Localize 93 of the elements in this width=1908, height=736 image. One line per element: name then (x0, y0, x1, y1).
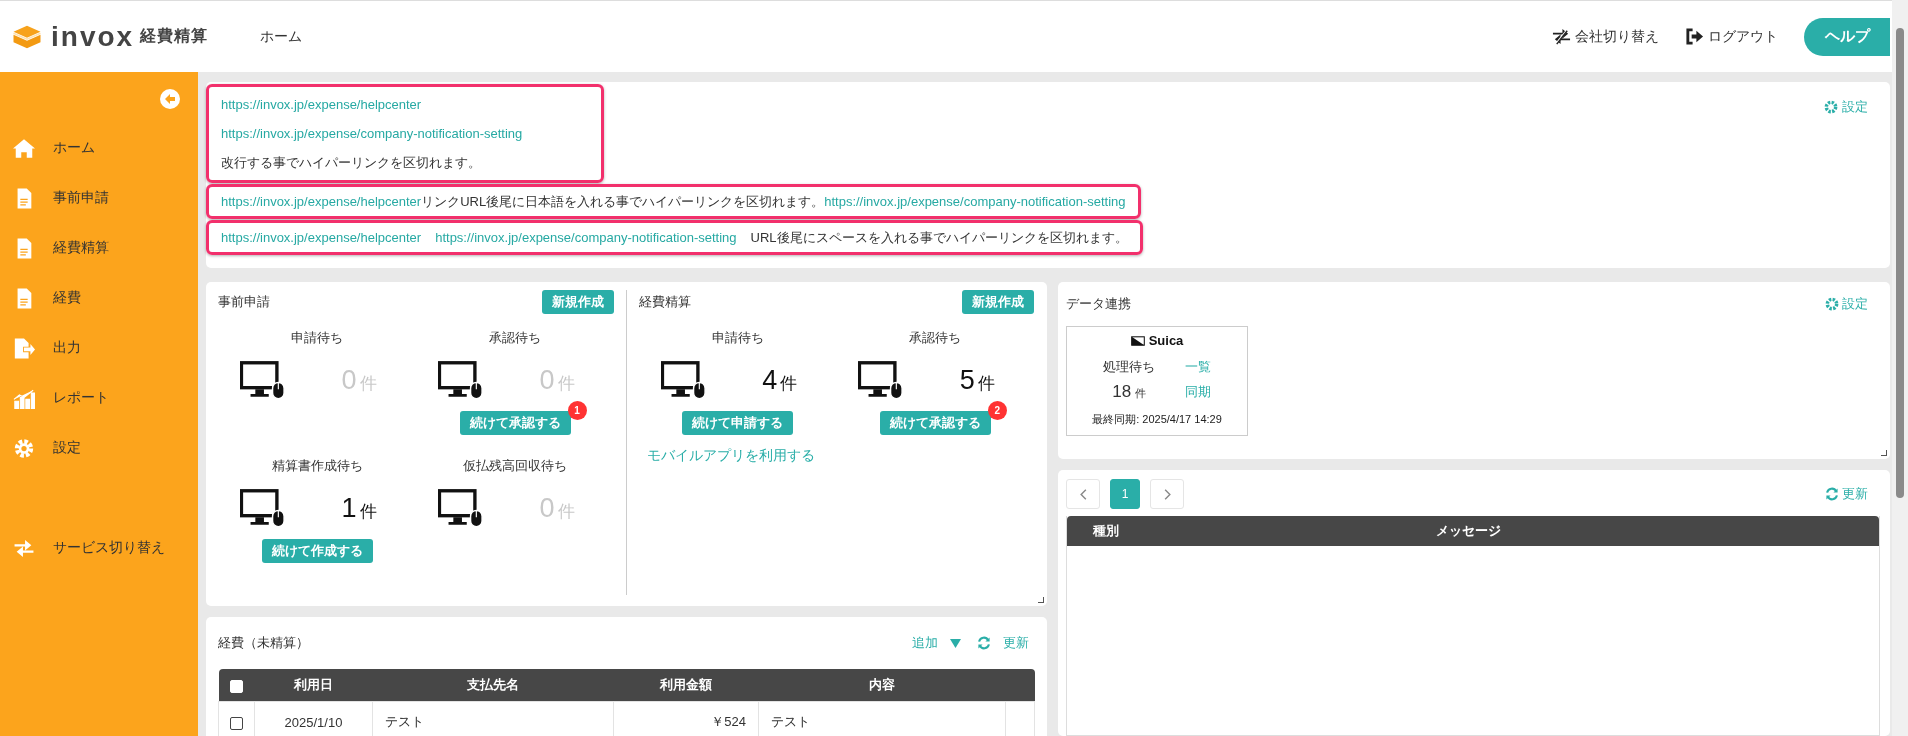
file-export-icon (13, 337, 35, 359)
table-cell: テスト (758, 701, 1006, 736)
resize-handle-icon[interactable] (1881, 450, 1887, 456)
sidebar-item[interactable]: ホーム (0, 123, 198, 173)
gear-icon (13, 437, 35, 459)
logout-link[interactable]: ログアウト (1685, 27, 1778, 46)
logo-text: invox (51, 20, 135, 53)
settings-link[interactable]: 設定 (1824, 98, 1868, 116)
table-cell: テスト (372, 701, 614, 736)
column-header: 種別 (1092, 522, 1120, 540)
swap-arrows-icon (13, 537, 35, 559)
help-button[interactable]: ヘルプ (1804, 17, 1890, 56)
stat-label: 申請待ち (711, 329, 764, 347)
refresh-link[interactable]: 更新 (1825, 485, 1868, 503)
row-checkbox[interactable] (230, 716, 243, 730)
computer-icon (660, 360, 707, 400)
computer-icon (438, 488, 484, 528)
url-link[interactable]: https://invox.jp/expense/company-notification-setting (221, 126, 523, 141)
table-cell: ￥524 (613, 701, 759, 736)
count-badge: 2 (987, 401, 1007, 420)
service-switch-item[interactable]: サービス切り替え (0, 523, 198, 573)
url-link[interactable]: https://invox.jp/expense/helpcenter (221, 230, 422, 245)
pending-count: 18 件 (1111, 382, 1147, 402)
computer-icon (240, 360, 286, 400)
list-link[interactable]: 一覧 (1185, 358, 1211, 376)
column-header: 利用日 (254, 669, 373, 702)
stat-label: 精算書作成待ち (271, 457, 363, 475)
nav-link[interactable]: ホーム (260, 27, 302, 46)
last-sync-text: 最終同期: 2025/4/17 14:29 (1092, 412, 1222, 427)
box-logo-icon (12, 23, 42, 50)
stat-label: 承認待ち (909, 329, 962, 347)
computer-icon (438, 360, 484, 400)
section-title: 経費精算 (639, 293, 691, 311)
computer-icon (858, 360, 905, 400)
page-button[interactable]: 1 (1110, 479, 1140, 509)
add-dropdown[interactable]: 追加 (912, 634, 961, 652)
url-link[interactable]: https://invox.jp/expense/company-notification-setting (435, 230, 737, 245)
column-header: メッセージ (1434, 522, 1502, 540)
product-name: 経費精算 (140, 26, 209, 46)
sidebar-item[interactable]: 経費精算 (0, 223, 198, 273)
count-badge: 1 (567, 401, 587, 420)
bar-chart-icon (13, 387, 35, 409)
pending-label: 処理待ち (1103, 358, 1155, 376)
select-all-checkbox[interactable] (230, 679, 243, 693)
refresh-icon (977, 636, 991, 650)
column-header: 支払先名 (372, 669, 614, 702)
company-switch-link[interactable]: 会社切り替え (1552, 27, 1659, 46)
refresh-link[interactable]: 更新 (977, 634, 1029, 652)
continue-button[interactable]: 続けて承認する (879, 411, 991, 435)
resize-handle-icon[interactable] (1038, 597, 1044, 603)
stat-label: 申請待ち (291, 329, 343, 347)
stat-count: 5 件 (958, 364, 996, 396)
settings-link[interactable]: 設定 (1825, 295, 1868, 313)
sign-out-icon (1685, 27, 1704, 46)
mobile-app-link[interactable]: モバイルアプリを利用する (639, 447, 1034, 465)
new-button[interactable]: 新規作成 (962, 290, 1034, 314)
stat-label: 承認待ち (489, 329, 541, 347)
column-header: 内容 (758, 669, 1006, 702)
card-icon (1130, 333, 1145, 348)
url-link[interactable]: https://invox.jp/expense/helpcenter (221, 97, 422, 112)
computer-icon (240, 488, 286, 528)
table-cell: 2025/1/10 (254, 701, 373, 736)
chevron-left-icon (1077, 488, 1089, 500)
stat-count: 4件 (761, 364, 799, 396)
panel-title: 経費（未精算） (218, 634, 309, 652)
sync-link[interactable]: 同期 (1185, 383, 1211, 401)
gear-icon (1825, 297, 1839, 311)
column-header: 利用金額 (613, 669, 759, 702)
continue-button[interactable]: 続けて承認する (459, 411, 571, 435)
stat-count: 1 件 (340, 492, 378, 524)
continue-button[interactable]: 続けて作成する (261, 539, 373, 563)
refresh-icon (1825, 487, 1839, 501)
sidebar-item[interactable]: 出力 (0, 323, 198, 373)
scrollbar[interactable] (1892, 0, 1908, 736)
stat-label: 仮払残高回収待ち (463, 457, 567, 475)
continue-button[interactable]: 続けて申請する (682, 411, 794, 435)
notice-text: リンクURL後尾に日本語を入れる事でハイパーリンクを区切れます。 (421, 192, 825, 211)
home-icon (13, 137, 35, 159)
card-name: Suica (1148, 333, 1184, 348)
panel-title: データ連携 (1066, 295, 1131, 313)
notice-text: URL後尾にスペースを入れる事でハイパーリンクを区切れます。 (750, 228, 1128, 247)
sidebar-item[interactable]: レポート (0, 373, 198, 423)
url-link[interactable]: https://invox.jp/expense/company-notification-setting (824, 194, 1126, 209)
new-button[interactable]: 新規作成 (542, 290, 614, 314)
caret-icon (950, 637, 961, 649)
swap-arrows-icon (1552, 27, 1571, 46)
section-title: 事前申請 (218, 293, 270, 311)
gear-icon (1824, 100, 1838, 114)
sidebar-item[interactable]: 経費 (0, 273, 198, 323)
url-link[interactable]: https://invox.jp/expense/helpcenter (221, 194, 422, 209)
notice-text: 改行する事でハイパーリンクを区切れます。 (221, 153, 481, 172)
sidebar-item[interactable]: 事前申請 (0, 173, 198, 223)
sidebar-item[interactable]: 設定 (0, 423, 198, 473)
